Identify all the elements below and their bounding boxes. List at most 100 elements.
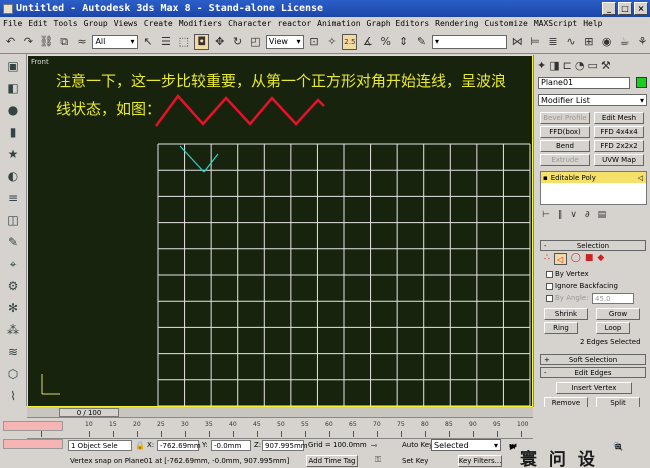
- edit-edges-rollout-header[interactable]: - Edit Edges: [540, 367, 646, 378]
- menu-help[interactable]: Help: [580, 19, 605, 28]
- ffd-2x2x2-button[interactable]: FFD 2x2x2: [594, 140, 644, 152]
- motion-tab-icon[interactable]: ◔: [575, 59, 585, 72]
- reference-coordinate-dropdown[interactable]: View: [265, 34, 304, 49]
- by-angle-checkbox[interactable]: By Angle:: [546, 294, 588, 302]
- loop-button[interactable]: Loop: [596, 322, 630, 334]
- lights-icon[interactable]: ◐: [3, 166, 23, 186]
- shrink-button[interactable]: Shrink: [544, 308, 588, 320]
- rectangular-selection-icon[interactable]: ⬚: [176, 34, 191, 50]
- menu-views[interactable]: Views: [111, 19, 141, 28]
- select-scale-icon[interactable]: ◰: [248, 34, 263, 50]
- pivot-center-icon[interactable]: ⊡: [307, 34, 322, 50]
- undo-icon[interactable]: ↶: [3, 34, 18, 50]
- grow-button[interactable]: Grow: [596, 308, 640, 320]
- plus-icon[interactable]: ▪: [543, 174, 548, 182]
- spinner-snap-icon[interactable]: ⇕: [396, 34, 411, 50]
- border-icon[interactable]: ◯: [571, 253, 581, 265]
- key-filters-button[interactable]: Key Filters...: [458, 455, 502, 467]
- set-key-mode-icon[interactable]: ⊸: [368, 439, 380, 451]
- menu-customize[interactable]: Customize: [482, 19, 531, 28]
- material-editor-icon[interactable]: ◉: [599, 34, 614, 50]
- angle-field[interactable]: 45.0: [592, 293, 634, 304]
- object-name-field[interactable]: Plane01: [538, 77, 630, 89]
- redo-icon[interactable]: ↷: [21, 34, 36, 50]
- sphere-icon[interactable]: ●: [3, 100, 23, 120]
- modify-tab-icon[interactable]: ◨: [549, 59, 559, 72]
- key-icon[interactable]: ⚿: [372, 454, 384, 466]
- time-slider-thumb[interactable]: 0 / 100: [59, 408, 119, 417]
- by-vertex-checkbox[interactable]: By Vertex: [546, 270, 589, 278]
- extrude-modifier-button[interactable]: Extrude: [540, 154, 590, 166]
- add-time-tag-button[interactable]: Add Time Tag: [306, 455, 358, 467]
- select-rotate-icon[interactable]: ↻: [230, 34, 245, 50]
- gear-icon[interactable]: ⚙: [3, 276, 23, 296]
- menu-edit[interactable]: Edit: [25, 19, 50, 28]
- camera-icon[interactable]: ◫: [3, 210, 23, 230]
- window-crossing-icon[interactable]: ◘: [194, 33, 210, 50]
- bend-button[interactable]: Bend: [540, 140, 590, 152]
- quick-render-icon[interactable]: ⚘: [635, 34, 650, 50]
- link-icon[interactable]: ⛓: [39, 34, 54, 50]
- unlink-icon[interactable]: ⧉: [57, 34, 72, 50]
- modifier-list-dropdown[interactable]: Modifier List: [538, 94, 647, 106]
- select-by-name-icon[interactable]: ☰: [158, 34, 173, 50]
- compound-icon[interactable]: ⬡: [3, 364, 23, 384]
- named-selection-sets-dropdown[interactable]: [431, 34, 507, 49]
- menu-character[interactable]: Character: [225, 19, 274, 28]
- time-slider[interactable]: 0 / 100: [27, 407, 533, 418]
- menu-create[interactable]: Create: [141, 19, 176, 28]
- mirror-icon[interactable]: ⋈: [510, 34, 525, 50]
- menu-maxscript[interactable]: MAXScript: [531, 19, 580, 28]
- front-viewport[interactable]: Front 注意一下，这一步比较重要，从第一个正方形对角开始连线，呈波浪 线状态…: [27, 55, 533, 407]
- curve-editor-icon[interactable]: ∿: [563, 34, 578, 50]
- star-icon[interactable]: ★: [3, 144, 23, 164]
- set-key-button[interactable]: Set Key: [402, 457, 428, 465]
- schematic-view-icon[interactable]: ⊞: [581, 34, 596, 50]
- edit-mesh-button[interactable]: Edit Mesh: [594, 112, 644, 124]
- zoom-extents-icon[interactable]: ⊡: [612, 440, 624, 452]
- named-selection-icon[interactable]: ✎: [414, 34, 429, 50]
- selection-rollout-header[interactable]: - Selection: [540, 240, 646, 251]
- systems-icon[interactable]: ✻: [3, 298, 23, 318]
- menu-rendering[interactable]: Rendering: [432, 19, 481, 28]
- pin-stack-icon[interactable]: ⊢: [542, 210, 550, 220]
- track-bar[interactable]: 0101520253035404550556065707580859095100: [27, 419, 533, 439]
- minimize-button[interactable]: _: [602, 2, 616, 15]
- go-to-end-icon[interactable]: ⏭: [507, 440, 519, 452]
- space-warps-icon[interactable]: ≋: [3, 342, 23, 362]
- particles-icon[interactable]: ⁂: [3, 320, 23, 340]
- maxscript-listener-mini[interactable]: [3, 421, 63, 431]
- uvw-map-button[interactable]: UVW Map: [594, 154, 644, 166]
- select-manipulate-icon[interactable]: ✧: [324, 34, 339, 50]
- z-coordinate-field[interactable]: 907.995mm: [262, 440, 308, 451]
- polygon-icon[interactable]: ■: [585, 253, 594, 265]
- bevel-profile-button[interactable]: Bevel Profile: [540, 112, 590, 124]
- helpers-icon[interactable]: ⌖: [3, 254, 23, 274]
- show-end-result-icon[interactable]: ‖: [558, 210, 563, 220]
- align-icon[interactable]: ⊨: [528, 34, 543, 50]
- selection-filter-dropdown[interactable]: All: [92, 34, 138, 49]
- key-mode-dropdown[interactable]: Selected: [431, 439, 501, 451]
- ffd-box-button[interactable]: FFD(box): [540, 126, 590, 138]
- maximize-button[interactable]: □: [618, 2, 632, 15]
- lock-icon[interactable]: 🔒: [134, 439, 146, 451]
- percent-snap-icon[interactable]: %: [378, 34, 393, 50]
- edge-icon[interactable]: ◁: [553, 253, 567, 265]
- close-button[interactable]: ×: [634, 2, 648, 15]
- box-icon[interactable]: ◧: [3, 78, 23, 98]
- make-unique-icon[interactable]: ∨: [570, 210, 577, 220]
- rope-icon[interactable]: ⌇: [3, 386, 23, 406]
- hierarchy-tab-icon[interactable]: ⊏: [563, 59, 572, 72]
- layer-manager-icon[interactable]: ≣: [546, 34, 561, 50]
- vertex-icon[interactable]: ∴: [544, 253, 550, 265]
- ring-button[interactable]: Ring: [544, 322, 578, 334]
- menu-animation[interactable]: Animation: [314, 19, 363, 28]
- angle-snap-icon[interactable]: ∡: [360, 34, 375, 50]
- x-coordinate-field[interactable]: -762.69mm: [157, 440, 201, 451]
- y-coordinate-field[interactable]: -0.0mm: [211, 440, 251, 451]
- element-icon[interactable]: ◆: [597, 253, 604, 265]
- render-scene-icon[interactable]: ☕: [617, 34, 632, 50]
- bind-space-warp-icon[interactable]: ≈: [75, 34, 90, 50]
- configure-sets-icon[interactable]: ▤: [598, 210, 607, 220]
- cylinder-icon[interactable]: ▮: [3, 122, 23, 142]
